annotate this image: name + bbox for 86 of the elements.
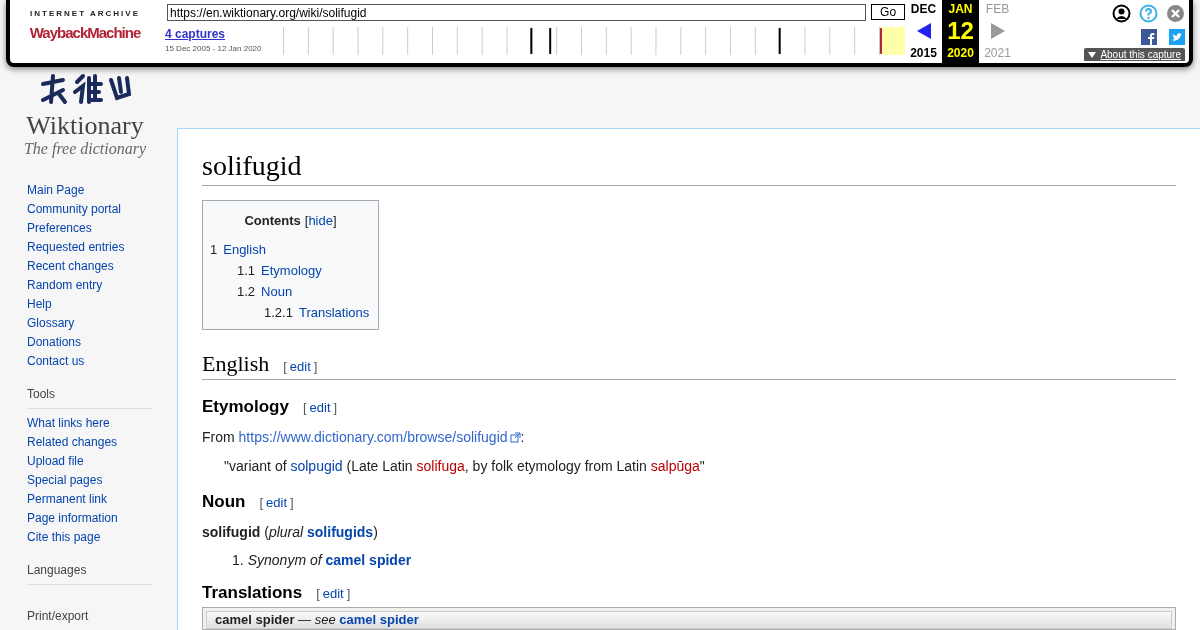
selected-date[interactable]: JAN 12 2020 — [942, 0, 979, 63]
url-field[interactable]: https://en.wiktionary.org/wiki/solifugid — [167, 4, 867, 21]
bracket-text: ] — [346, 584, 351, 603]
sidebar-link[interactable]: Main Page — [27, 182, 85, 198]
section-heading: English — [202, 349, 270, 378]
edit-link[interactable]: edit — [266, 492, 288, 512]
previous-arrow-icon[interactable] — [916, 23, 931, 39]
bracket-text: [ — [304, 212, 309, 230]
link[interactable]: https://www.dictionary.com/browse/solifugid — [238, 428, 508, 445]
sidebar-link[interactable]: Related changes — [27, 434, 118, 450]
link[interactable]: salpūga — [650, 457, 700, 474]
bracket-text: [ — [283, 357, 287, 376]
edit-link[interactable]: edit — [309, 397, 331, 417]
toc-link[interactable]: Noun — [261, 282, 293, 300]
section-heading: Noun — [202, 490, 246, 513]
toc-number: 1 — [210, 240, 218, 258]
sidebar-heading: Languages — [27, 563, 87, 577]
month-label[interactable]: JAN — [948, 2, 973, 16]
sidebar-heading: Print/export — [27, 609, 89, 623]
caret-icon — [1088, 51, 1097, 58]
contents-title: Contents — [244, 212, 301, 230]
sidebar-link[interactable]: What links here — [27, 415, 110, 431]
sidebar-link[interactable]: Cite this page — [27, 529, 101, 545]
etymology-text: "variant of solpugid (Late Latin solifuga, by folk etymology from Latin salpūga" — [224, 456, 706, 476]
logo-title: Wiktionary — [26, 112, 144, 140]
day-label: 12 — [947, 18, 974, 44]
sidebar-link[interactable]: Page information — [27, 510, 118, 526]
toc-number: 1.2 — [237, 282, 256, 300]
wayback-logo-caption: INTERNET ARCHIVE — [30, 9, 140, 19]
month-label[interactable]: DEC — [910, 2, 937, 16]
bracket-text: ] — [290, 493, 294, 512]
sidebar-link[interactable]: Random entry — [27, 277, 103, 293]
link[interactable]: camel spider — [325, 551, 412, 568]
toc-link[interactable]: Etymology — [261, 261, 322, 279]
sidebar-link[interactable]: Recent changes — [27, 258, 114, 274]
sidebar-link[interactable]: Contact us — [27, 353, 85, 369]
bracket-text: ] — [333, 398, 338, 417]
link[interactable]: solpugid — [290, 457, 343, 474]
toc-link[interactable]: Translations — [298, 303, 370, 321]
bracket-text: ] — [332, 212, 337, 230]
sidebar-link[interactable]: Upload file — [27, 453, 84, 469]
sidebar-link[interactable]: Glossary — [27, 315, 75, 331]
toc-link[interactable]: English — [223, 240, 266, 258]
bracket-text: ] — [313, 357, 318, 376]
page-title: solifugid — [202, 149, 303, 183]
translation-header: camel spider — see camel spider — [206, 610, 1172, 629]
edit-link[interactable]: edit — [289, 356, 311, 376]
toc-number: 1.1 — [237, 261, 256, 279]
link[interactable]: camel spider — [339, 611, 419, 627]
bracket-text: [ — [316, 584, 320, 603]
bracket-text: [ — [259, 493, 264, 512]
external-link-icon — [509, 431, 521, 443]
sidebar-link[interactable]: Community portal — [27, 201, 122, 217]
year-label: 2015 — [910, 46, 937, 60]
next-arrow-icon — [990, 23, 1005, 39]
bracket-text: [ — [302, 398, 307, 417]
year-label: 2021 — [984, 46, 1011, 60]
link[interactable]: solifuga — [416, 457, 465, 474]
sidebar-link[interactable]: Donations — [27, 334, 82, 350]
twitter-icon[interactable] — [1169, 29, 1185, 45]
list-number: 1. — [232, 550, 244, 570]
toc-number: 1.2.1 — [264, 303, 293, 321]
etymology-text: From https://www.dictionary.com/browse/solifugid : — [202, 427, 526, 447]
close-icon[interactable] — [1166, 4, 1185, 23]
sidebar-heading: Tools — [27, 387, 55, 401]
year-label: 2020 — [947, 46, 974, 60]
sidebar-link[interactable]: Help — [27, 296, 52, 312]
definition-text: Synonym of camel spider — [247, 550, 412, 570]
sidebar-link[interactable]: Permanent link — [27, 491, 108, 507]
hide-link[interactable]: hide — [308, 211, 333, 231]
sidebar-link[interactable]: Preferences — [27, 220, 92, 236]
section-heading: Translations — [202, 581, 303, 604]
sidebar-link[interactable]: Requested entries — [27, 239, 125, 255]
section-heading: Etymology — [202, 395, 289, 418]
wayback-logo[interactable]: WaybackMachine — [29, 21, 141, 45]
about-capture-button[interactable]: About this capture — [1084, 48, 1185, 61]
date-range: 15 Dec 2005 - 12 Jan 2020 — [165, 43, 263, 55]
logo-tagline: The free dictionary — [23, 140, 146, 158]
link[interactable]: solifugids — [307, 523, 374, 540]
user-icon[interactable] — [1112, 4, 1131, 23]
sidebar-link[interactable]: Special pages — [27, 472, 103, 488]
edit-link[interactable]: edit — [322, 583, 344, 603]
captures-link[interactable]: 4 captures — [165, 27, 226, 42]
facebook-icon[interactable] — [1141, 29, 1157, 45]
go-button[interactable]: Go — [871, 4, 905, 20]
headword-line: solifugid (plural solifugids) — [202, 522, 379, 542]
